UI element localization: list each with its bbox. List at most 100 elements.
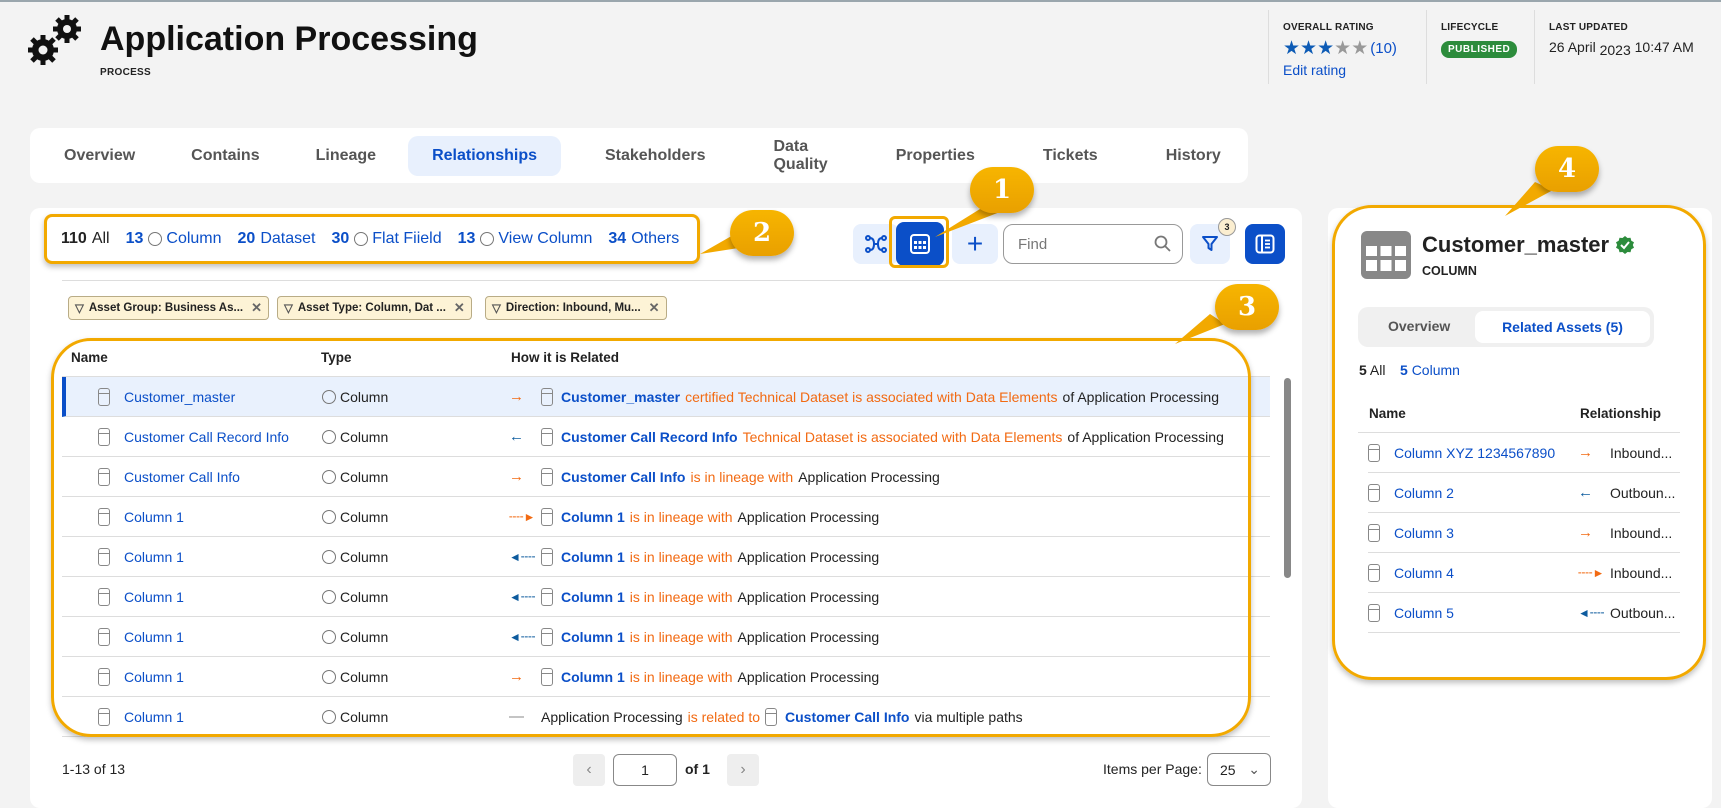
column-icon xyxy=(98,667,110,686)
chevron-right-icon: › xyxy=(740,761,746,778)
related-asset-row[interactable]: Column 3 → Inbound... xyxy=(1368,513,1680,553)
filter-chip-direction[interactable]: ▽ Direction: Inbound, Mu... ✕ xyxy=(485,296,667,320)
search-icon xyxy=(1154,235,1171,252)
related-asset-link[interactable]: Column 4 xyxy=(1394,565,1454,581)
column-header-relation[interactable]: How it is Related xyxy=(511,350,619,365)
page-input[interactable]: 1 xyxy=(613,754,677,786)
edit-rating-link[interactable]: Edit rating xyxy=(1283,62,1397,78)
panel-icon xyxy=(1255,234,1275,254)
inbound-dashed-arrow-icon: ◄╌╌ xyxy=(509,549,536,564)
lifecycle: LIFECYCLE PUBLISHED xyxy=(1426,10,1518,84)
related-asset-row[interactable]: Column 4 ╌╌► Inbound... xyxy=(1368,553,1680,593)
table-row[interactable]: Column 1 Column ◄╌╌ Column 1 is in lineage… xyxy=(62,537,1270,577)
asset-type-label: PROCESS xyxy=(100,67,152,78)
filter-chip-asset-group[interactable]: ▽ Asset Group: Business As... ✕ xyxy=(68,296,269,320)
tab-stakeholders[interactable]: Stakeholders xyxy=(581,136,729,176)
count-others[interactable]: 34 Others xyxy=(608,230,679,248)
column-icon xyxy=(541,627,553,646)
related-asset-link[interactable]: Column 2 xyxy=(1394,485,1454,501)
detail-header-name: Name xyxy=(1369,406,1406,421)
related-asset-row[interactable]: Column 2 ← Outboun... xyxy=(1368,473,1680,513)
related-asset-link[interactable]: Customer Call Info xyxy=(785,709,909,725)
table-row[interactable]: Customer_master Column → Customer_master c… xyxy=(62,377,1270,417)
detail-tab-overview[interactable]: Overview xyxy=(1388,318,1450,334)
related-asset-link[interactable]: Column 3 xyxy=(1394,525,1454,541)
asset-name-link[interactable]: Customer Call Info xyxy=(124,469,240,485)
relationship-description: ◄╌╌ Column 1 is in lineage with Application… xyxy=(509,627,880,646)
related-asset-link[interactable]: Column XYZ 1234567890 xyxy=(1394,445,1555,461)
related-asset-link[interactable]: Column 1 xyxy=(561,509,625,525)
count-view-column[interactable]: 13 View Column xyxy=(458,230,593,248)
tab-data-quality[interactable]: Data Quality xyxy=(749,127,851,185)
tab-history[interactable]: History xyxy=(1142,136,1245,176)
related-asset-link[interactable]: Customer Call Record Info xyxy=(561,429,738,445)
related-asset-link[interactable]: Customer_master xyxy=(561,389,680,405)
asset-name-link[interactable]: Customer_master xyxy=(124,389,235,405)
tab-properties[interactable]: Properties xyxy=(872,136,999,176)
related-asset-link[interactable]: Column 1 xyxy=(561,629,625,645)
asset-name-link[interactable]: Column 1 xyxy=(124,669,184,685)
remove-chip-icon[interactable]: ✕ xyxy=(251,300,262,316)
count-flat-field[interactable]: 30 Flat Fiield xyxy=(331,230,441,248)
related-asset-link[interactable]: Column 5 xyxy=(1394,605,1454,621)
column-header-type[interactable]: Type xyxy=(321,350,352,365)
lifecycle-badge: PUBLISHED xyxy=(1441,41,1518,58)
related-asset-link[interactable]: Column 1 xyxy=(561,589,625,605)
asset-name-link[interactable]: Column 1 xyxy=(124,629,184,645)
table-row[interactable]: Column 1 Column ◄╌╌ Column 1 is in lineage… xyxy=(62,617,1270,657)
related-asset-link[interactable]: Customer Call Info xyxy=(561,469,685,485)
items-per-page-select[interactable]: 25 ⌄ xyxy=(1207,753,1271,786)
column-icon xyxy=(541,587,553,606)
asset-name-link[interactable]: Column 1 xyxy=(124,589,184,605)
tab-lineage[interactable]: Lineage xyxy=(292,136,400,176)
count-column[interactable]: 13 Column xyxy=(126,230,222,248)
table-row[interactable]: Column 1 Column ╌╌► Column 1 is in lineage… xyxy=(62,497,1270,537)
table-scrollbar[interactable] xyxy=(1284,378,1291,578)
items-per-page-label: Items per Page: xyxy=(1103,761,1202,777)
column-header-name[interactable]: Name xyxy=(71,350,108,365)
table-row[interactable]: Column 1 Column → Column 1 is in lineage w… xyxy=(62,657,1270,697)
rating-label: OVERALL RATING xyxy=(1283,22,1374,33)
related-asset-link[interactable]: Column 1 xyxy=(561,549,625,565)
column-icon xyxy=(1368,603,1380,622)
tab-overview[interactable]: Overview xyxy=(40,136,159,176)
asset-name-link[interactable]: Customer Call Record Info xyxy=(124,429,289,445)
detail-count-all[interactable]: 5 All xyxy=(1359,362,1385,378)
table-row[interactable]: Customer Call Record Info Column ← Custom… xyxy=(62,417,1270,457)
prev-page-button[interactable]: ‹ xyxy=(573,754,605,786)
next-page-button[interactable]: › xyxy=(727,754,759,786)
rating-stars[interactable]: ★ ★ ★ ★ ★ (10) xyxy=(1283,39,1397,58)
table-row[interactable]: Customer Call Info Column → Customer Call… xyxy=(62,457,1270,497)
relationship-description: ◄╌╌ Column 1 is in lineage with Application… xyxy=(509,547,880,566)
asset-name-link[interactable]: Column 1 xyxy=(124,549,184,565)
related-asset-link[interactable]: Column 1 xyxy=(561,669,625,685)
relationship-description: ◄╌╌ Column 1 is in lineage with Application… xyxy=(509,587,880,606)
remove-chip-icon[interactable]: ✕ xyxy=(649,300,660,316)
column-icon xyxy=(98,587,110,606)
gears-icon xyxy=(28,15,81,65)
tab-contains[interactable]: Contains xyxy=(167,136,283,176)
page-total: of 1 xyxy=(685,761,710,777)
tab-relationships[interactable]: Relationships xyxy=(408,135,561,176)
detail-tab-related-assets[interactable]: Related Assets (5) xyxy=(1475,311,1650,343)
count-dataset[interactable]: 20 Dataset xyxy=(238,230,316,248)
table-row[interactable]: Column 1 Column — Application Processing i… xyxy=(62,697,1270,737)
detail-count-column[interactable]: 5 Column xyxy=(1400,362,1460,378)
lifecycle-label: LIFECYCLE xyxy=(1441,22,1499,33)
tab-tickets[interactable]: Tickets xyxy=(1019,136,1122,176)
details-panel-toggle[interactable] xyxy=(1245,224,1285,264)
last-updated-label: LAST UPDATED xyxy=(1549,22,1628,33)
column-icon xyxy=(98,547,110,566)
table-row[interactable]: Column 1 Column ◄╌╌ Column 1 is in lineage… xyxy=(62,577,1270,617)
asset-name-link[interactable]: Column 1 xyxy=(124,509,184,525)
related-asset-row[interactable]: Column XYZ 1234567890 → Inbound... xyxy=(1368,433,1680,473)
asset-name-link[interactable]: Column 1 xyxy=(124,709,184,725)
filter-chip-asset-type[interactable]: ▽ Asset Type: Column, Dat ... ✕ xyxy=(277,296,472,320)
filter-icon: ▽ xyxy=(492,303,501,315)
last-updated: LAST UPDATED 26 April 2023 10:47 AM xyxy=(1534,10,1694,84)
count-all[interactable]: 110 All xyxy=(61,230,110,248)
related-asset-row[interactable]: Column 5 ◄╌╌ Outboun... xyxy=(1368,593,1680,633)
column-icon xyxy=(1368,563,1380,582)
remove-chip-icon[interactable]: ✕ xyxy=(454,300,465,316)
graph-view-button[interactable] xyxy=(853,224,899,264)
